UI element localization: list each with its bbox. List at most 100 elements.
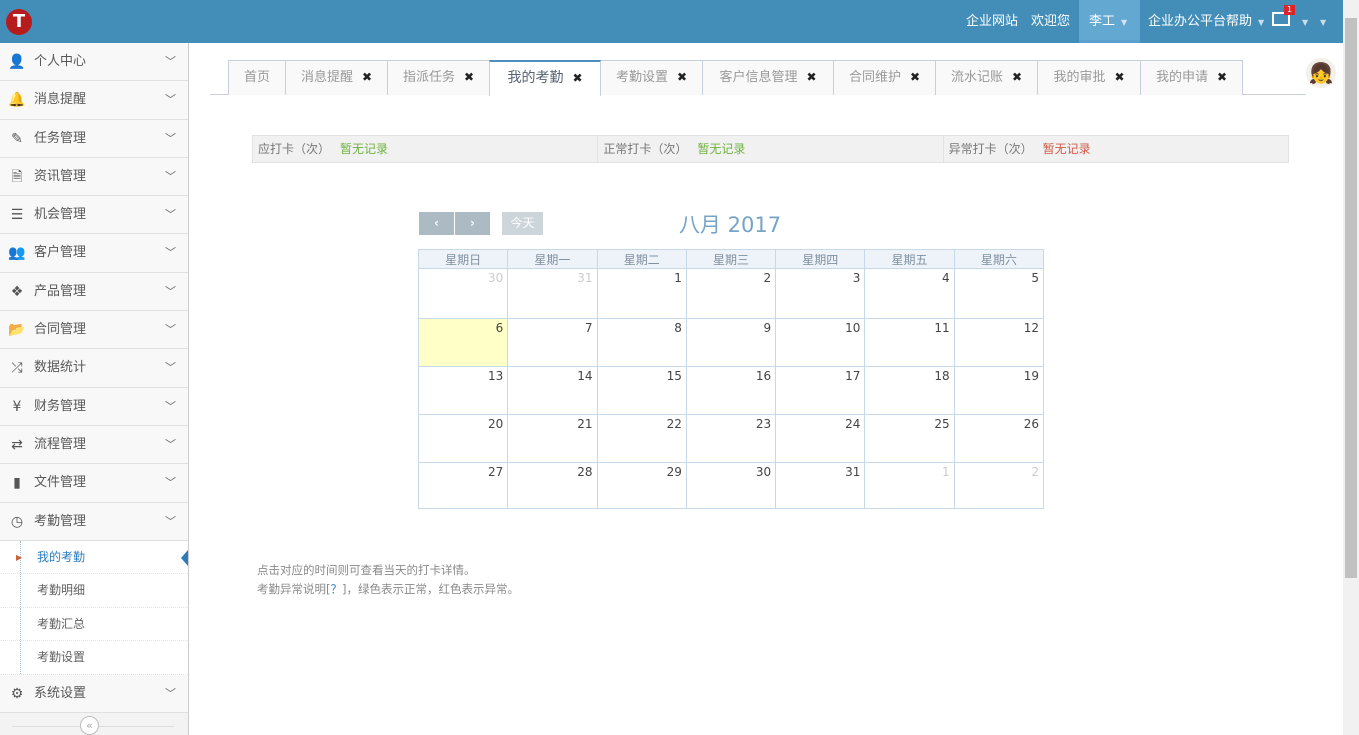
scrollbar-thumb[interactable]	[1345, 18, 1357, 578]
calendar-day[interactable]: 9	[685, 318, 777, 367]
more-caret-icon[interactable]: ▼	[1314, 0, 1326, 43]
sidebar-item[interactable]: ⇄ 流程管理 ﹀	[0, 425, 188, 465]
calendar-day[interactable]: 23	[685, 414, 777, 463]
calendar-day[interactable]: 12	[953, 318, 1045, 367]
tab-label: 首页	[243, 70, 270, 85]
calendar-day[interactable]: 30	[417, 268, 509, 319]
weekday-header: 星期一	[507, 249, 598, 269]
chevron-down-icon: ﹀	[165, 55, 176, 68]
sidebar-item[interactable]: 🔔 消息提醒 ﹀	[0, 81, 188, 120]
close-icon[interactable]: ✖	[572, 71, 582, 85]
sidebar-subitem[interactable]: ▶ 我的考勤	[0, 540, 188, 575]
tab[interactable]: 合同维护 ✖	[833, 60, 936, 95]
calendar-day[interactable]: 31	[507, 268, 598, 319]
calendar-day[interactable]: 21	[507, 414, 598, 463]
sidebar-item[interactable]: ⚙ 系统设置 ﹀	[0, 674, 188, 714]
sidebar-item[interactable]: ❖ 产品管理 ﹀	[0, 272, 188, 312]
close-icon[interactable]: ✖	[1217, 70, 1227, 84]
calendar-day[interactable]: 19	[953, 366, 1045, 415]
close-icon[interactable]: ✖	[806, 70, 816, 84]
calendar-day[interactable]: 31	[775, 462, 866, 509]
chevron-down-icon: ﹀	[165, 399, 176, 413]
calendar-day[interactable]: 20	[417, 414, 509, 463]
calendar-day[interactable]: 1	[596, 268, 687, 319]
sidebar-item[interactable]: ⤮ 数据统计 ﹀	[0, 349, 188, 388]
calendar-day[interactable]: 27	[417, 462, 509, 509]
tab[interactable]: 消息提醒 ✖	[285, 60, 388, 95]
calendar-day[interactable]: 5	[953, 268, 1045, 319]
calendar-day[interactable]: 4	[864, 268, 955, 319]
tab[interactable]: 客户信息管理 ✖	[702, 60, 834, 95]
calendar-day[interactable]: 25	[864, 414, 955, 463]
sidebar-item[interactable]: 🗎 资讯管理 ﹀	[0, 157, 188, 197]
close-icon[interactable]: ✖	[1012, 70, 1022, 84]
calendar-day[interactable]: 2	[953, 462, 1045, 509]
arrow-right-icon: ▶	[16, 552, 23, 562]
users-icon: 👥	[8, 245, 26, 262]
prev-month-button[interactable]: ‹	[419, 212, 454, 235]
calendar-day[interactable]: 24	[775, 414, 866, 463]
calendar-day[interactable]: 16	[685, 366, 777, 415]
calendar-day[interactable]: 2	[685, 268, 777, 319]
mail-caret-icon[interactable]: ▼	[1296, 0, 1308, 43]
calendar-day[interactable]: 18	[864, 366, 955, 415]
sidebar-item[interactable]: ¥ 财务管理 ﹀	[0, 387, 188, 426]
calendar-day[interactable]: 6	[417, 318, 509, 367]
calendar-day[interactable]: 11	[864, 318, 955, 367]
calendar-day[interactable]: 17	[775, 366, 866, 415]
sidebar-subitem-label: 我的考勤	[37, 549, 86, 564]
sidebar-item[interactable]: ☰ 机会管理 ﹀	[0, 196, 188, 235]
sidebar-subitem[interactable]: 考勤明细	[0, 574, 188, 608]
top-navbar: T 企业网站 欢迎您 李工 ▼ 企业办公平台帮助 ▼ 1 ▼ ▼	[0, 0, 1343, 43]
sidebar-item[interactable]: ◷ 考勤管理 ﹀	[0, 502, 188, 541]
calendar-day[interactable]: 30	[685, 462, 777, 509]
calendar-day[interactable]: 28	[507, 462, 598, 509]
logo-text[interactable]	[40, 12, 102, 30]
tab[interactable]: 考勤设置 ✖	[600, 60, 703, 95]
calendar-day[interactable]: 7	[507, 318, 598, 367]
close-icon[interactable]: ✖	[362, 70, 372, 84]
next-month-button[interactable]: ›	[455, 212, 490, 235]
tab[interactable]: 流水记账 ✖	[935, 60, 1038, 95]
calendar-day[interactable]: 22	[596, 414, 687, 463]
sidebar-subitem[interactable]: 考勤设置	[0, 641, 188, 675]
close-icon[interactable]: ✖	[910, 70, 920, 84]
calendar-day[interactable]: 8	[596, 318, 687, 367]
calendar-day[interactable]: 13	[417, 366, 509, 415]
sidebar-subitem[interactable]: 考勤汇总	[0, 607, 188, 642]
tab[interactable]: 首页	[228, 60, 286, 95]
close-icon[interactable]: ✖	[1114, 70, 1124, 84]
sidebar-subitem-label: 考勤汇总	[37, 616, 86, 631]
sidebar-item[interactable]: 👤 个人中心 ﹀	[0, 43, 188, 82]
tab[interactable]: 我的申请 ✖	[1140, 60, 1243, 95]
sidebar-item-label: 财务管理	[34, 398, 87, 414]
chevron-down-icon: ﹀	[165, 169, 176, 183]
user-menu[interactable]: 李工 ▼	[1079, 0, 1140, 43]
logo[interactable]: T	[6, 9, 32, 35]
today-button[interactable]: 今天	[502, 212, 543, 235]
calendar-day[interactable]: 10	[775, 318, 866, 367]
user-name: 李工	[1089, 14, 1116, 29]
tab[interactable]: 我的考勤 ✖	[489, 60, 601, 96]
note-line2: 考勤异常说明[？]，绿色表示正常，红色表示异常。	[257, 582, 519, 596]
calendar-day[interactable]: 3	[775, 268, 866, 319]
sidebar-item[interactable]: 📂 合同管理 ﹀	[0, 311, 188, 350]
help-question-link[interactable]: ？	[331, 582, 343, 596]
sidebar-item[interactable]: 👥 客户管理 ﹀	[0, 234, 188, 273]
calendar-day[interactable]: 26	[953, 414, 1045, 463]
sidebar-item[interactable]: ▮ 文件管理 ﹀	[0, 464, 188, 503]
calendar-day[interactable]: 14	[507, 366, 598, 415]
sidebar-item[interactable]: ✎ 任务管理 ﹀	[0, 119, 188, 158]
calendar-day[interactable]: 29	[596, 462, 687, 509]
help-menu[interactable]: 企业办公平台帮助 ▼	[1148, 0, 1264, 43]
close-icon[interactable]: ✖	[464, 70, 474, 84]
close-icon[interactable]: ✖	[677, 70, 687, 84]
avatar[interactable]: 👧	[1306, 58, 1336, 88]
tab[interactable]: 我的审批 ✖	[1037, 60, 1141, 95]
calendar-day[interactable]: 1	[864, 462, 955, 509]
calendar-day[interactable]: 15	[596, 366, 687, 415]
company-site-link[interactable]: 企业网站	[966, 0, 1018, 43]
collapse-icon[interactable]: «	[80, 716, 99, 735]
chevron-down-icon: ﹀	[165, 323, 176, 337]
tab[interactable]: 指派任务 ✖	[387, 60, 490, 95]
